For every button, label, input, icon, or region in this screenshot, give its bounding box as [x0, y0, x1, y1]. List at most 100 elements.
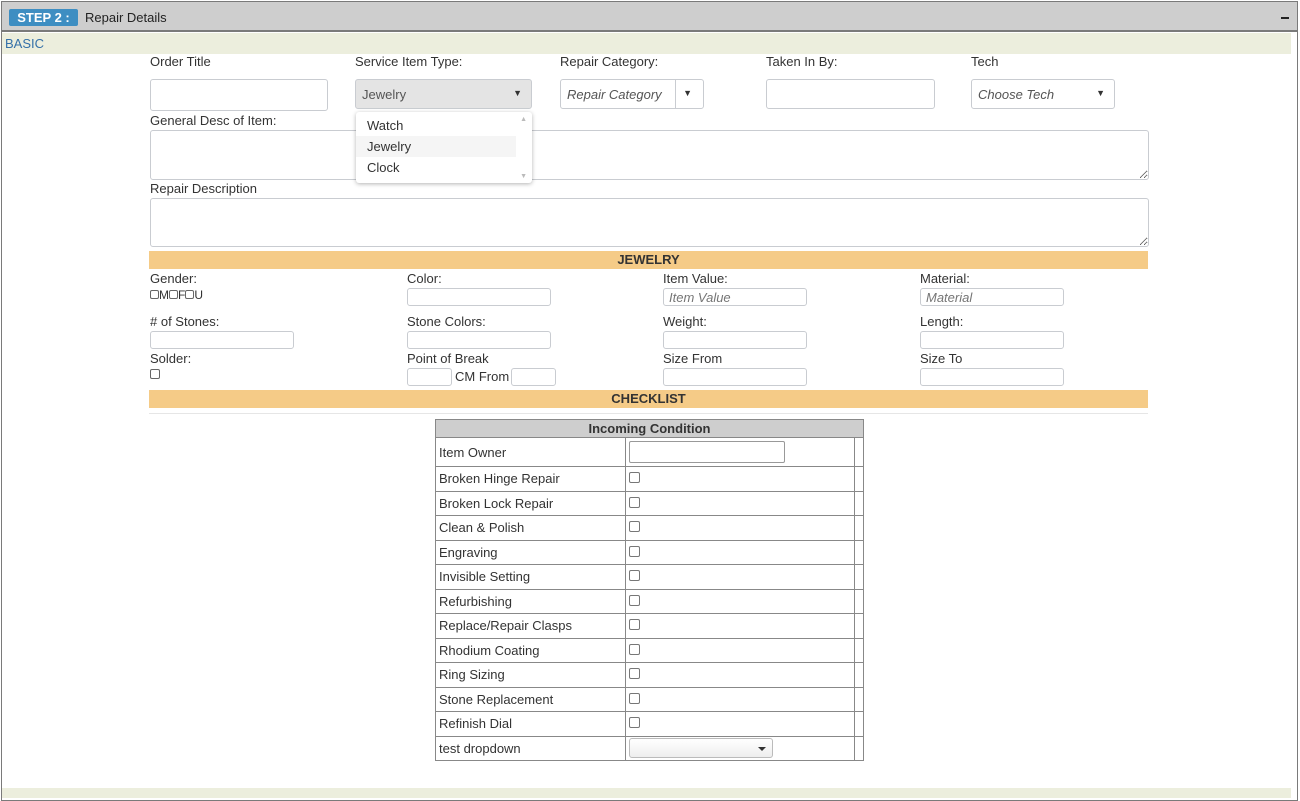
- checklist-item-label: Rhodium Coating: [434, 637, 627, 663]
- size-to-label: Size To: [920, 351, 963, 366]
- tech-label: Tech: [971, 54, 999, 69]
- table-row: Refinish Dial: [434, 711, 864, 737]
- test-dropdown-select[interactable]: [629, 738, 774, 759]
- test-dropdown-label: test dropdown: [434, 735, 627, 761]
- length-label: Length:: [920, 314, 964, 329]
- checklist-item-label: Engraving: [434, 539, 627, 565]
- checklist-item-checkbox[interactable]: [629, 521, 641, 533]
- caret-down-icon: ▼: [683, 88, 692, 98]
- weight-label: Weight:: [663, 314, 707, 329]
- general-desc-textarea[interactable]: [150, 130, 1149, 180]
- material-label: Material:: [920, 271, 970, 286]
- cm-from-label: CM From: [455, 369, 510, 384]
- general-desc-label: General Desc of Item:: [150, 113, 277, 128]
- table-row: Refurbishing: [434, 588, 864, 614]
- checklist-section-bar: CHECKLIST: [149, 390, 1148, 408]
- gender-u-checkbox[interactable]: [185, 290, 195, 299]
- repair-category-label: Repair Category:: [560, 54, 659, 69]
- checklist-item-label: Broken Lock Repair: [434, 490, 627, 516]
- gender-m-checkbox[interactable]: [150, 290, 159, 299]
- checklist-item-label: Refinish Dial: [434, 711, 627, 737]
- order-title-label: Order Title: [150, 54, 211, 69]
- item-owner-label: Item Owner: [434, 437, 627, 467]
- solder-checkbox[interactable]: [150, 369, 160, 379]
- checklist-item-checkbox[interactable]: [629, 472, 641, 484]
- size-from-input[interactable]: [663, 368, 807, 386]
- weight-input[interactable]: [663, 331, 807, 349]
- checklist-item-checkbox[interactable]: [629, 570, 641, 582]
- checklist-item-checkbox[interactable]: [629, 496, 641, 508]
- gender-u-label: U: [194, 288, 204, 302]
- checklist-item-label: Stone Replacement: [434, 686, 627, 712]
- taken-in-by-input[interactable]: [766, 79, 935, 109]
- table-row: Broken Hinge Repair: [434, 466, 864, 492]
- scroll-up-icon[interactable]: ▲: [520, 116, 527, 123]
- service-item-type-label: Service Item Type:: [355, 54, 463, 69]
- dropdown-option-watch[interactable]: Watch: [356, 115, 516, 136]
- service-item-type-value: Jewelry: [362, 87, 407, 102]
- table-row: Stone Replacement: [434, 686, 864, 712]
- solder-label: Solder:: [150, 351, 192, 366]
- checklist-item-checkbox[interactable]: [629, 545, 641, 557]
- service-item-type-dropdown: Watch Jewelry Clock ▲ ▼: [356, 112, 532, 183]
- gender-f-label: F: [178, 288, 186, 302]
- table-row: Ring Sizing: [434, 662, 864, 688]
- basic-section-bar: BASIC: [2, 33, 1291, 54]
- repair-category-placeholder: Repair Category: [567, 87, 662, 102]
- step-title: Repair Details: [85, 10, 167, 25]
- cm-from-input[interactable]: [511, 368, 556, 386]
- tech-select[interactable]: Choose Tech ▼: [971, 79, 1115, 109]
- point-of-break-input[interactable]: [407, 368, 452, 386]
- table-row: Engraving: [434, 539, 864, 565]
- repair-description-label: Repair Description: [150, 181, 257, 196]
- num-stones-label: # of Stones:: [150, 314, 220, 329]
- gender-m-label: M: [159, 288, 169, 302]
- table-row: Clean & Polish: [434, 515, 864, 541]
- checklist-item-label: Refurbishing: [434, 588, 627, 614]
- table-row: Invisible Setting: [434, 564, 864, 590]
- caret-down-icon: ▼: [513, 88, 522, 98]
- material-input[interactable]: [920, 288, 1064, 306]
- checklist-item-label: Broken Hinge Repair: [434, 466, 627, 492]
- gender-options: MFU: [150, 289, 203, 301]
- basic-section-label: BASIC: [5, 36, 45, 51]
- divider: [149, 413, 1148, 414]
- item-owner-input[interactable]: [629, 441, 786, 463]
- item-value-input[interactable]: [663, 288, 807, 306]
- color-label: Color:: [407, 271, 442, 286]
- repair-category-select[interactable]: Repair Category ▼: [560, 79, 704, 109]
- table-row: test dropdown: [434, 735, 864, 761]
- table-row: Rhodium Coating: [434, 637, 864, 663]
- table-row: Replace/Repair Clasps: [434, 613, 864, 639]
- gender-f-checkbox[interactable]: [169, 290, 178, 299]
- checklist-item-checkbox[interactable]: [629, 717, 641, 729]
- dropdown-option-clock[interactable]: Clock: [356, 157, 516, 178]
- minus-icon[interactable]: [1281, 12, 1291, 22]
- table-row: Item Owner: [434, 437, 864, 467]
- checklist-item-checkbox[interactable]: [629, 643, 641, 655]
- step-header: STEP 2 : Repair Details: [2, 2, 1297, 32]
- scroll-down-icon[interactable]: ▼: [520, 173, 527, 180]
- stone-colors-input[interactable]: [407, 331, 551, 349]
- dropdown-option-jewelry[interactable]: Jewelry: [356, 136, 516, 157]
- checklist-item-label: Ring Sizing: [434, 662, 627, 688]
- checklist-item-checkbox[interactable]: [629, 692, 641, 704]
- checklist-item-checkbox[interactable]: [629, 619, 641, 631]
- table-row: Broken Lock Repair: [434, 490, 864, 516]
- footer-bar: [2, 788, 1291, 798]
- length-input[interactable]: [920, 331, 1064, 349]
- taken-in-by-label: Taken In By:: [766, 54, 838, 69]
- point-of-break-label: Point of Break: [407, 351, 489, 366]
- repair-description-textarea[interactable]: [150, 198, 1149, 247]
- num-stones-input[interactable]: [150, 331, 294, 349]
- size-to-input[interactable]: [920, 368, 1064, 386]
- checklist-item-checkbox[interactable]: [629, 668, 641, 680]
- caret-down-icon: ▼: [1096, 88, 1105, 98]
- checklist-item-label: Replace/Repair Clasps: [434, 613, 627, 639]
- tech-placeholder: Choose Tech: [978, 87, 1055, 102]
- order-title-input[interactable]: [150, 79, 328, 111]
- service-item-type-select[interactable]: Jewelry ▼: [355, 79, 532, 109]
- color-input[interactable]: [407, 288, 551, 306]
- checklist-item-checkbox[interactable]: [629, 594, 641, 606]
- incoming-condition-header: Incoming Condition: [435, 419, 864, 438]
